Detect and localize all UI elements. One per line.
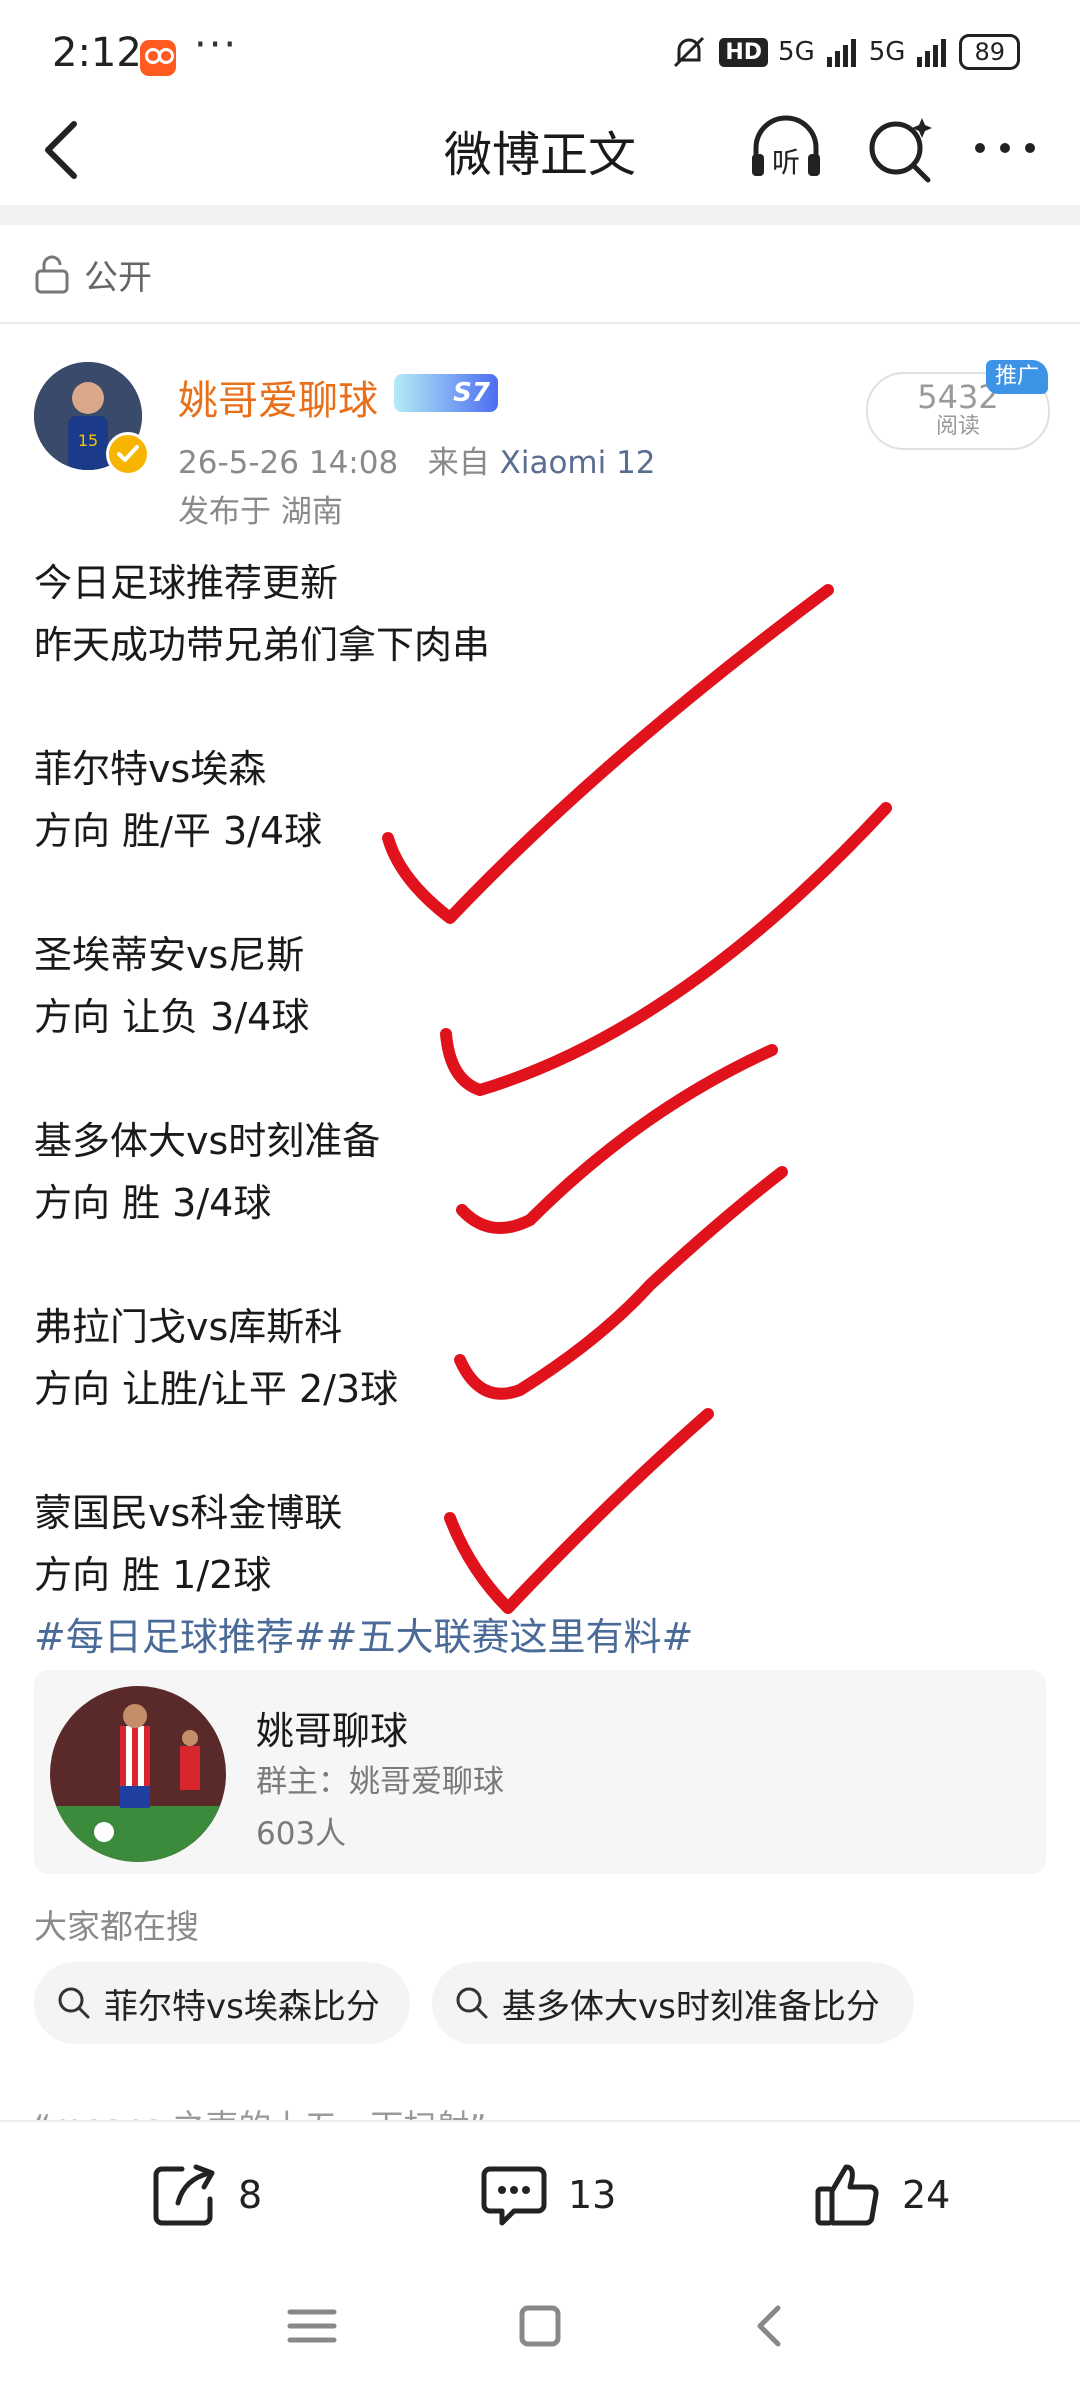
unlock-icon: [35, 255, 69, 294]
network-5g-label: 5G: [778, 37, 815, 67]
repost-button[interactable]: 8: [148, 2150, 262, 2240]
post-text-line: 蒙国民vs科金博联: [34, 1491, 343, 1535]
menu-icon[interactable]: [282, 2296, 342, 2356]
like-button[interactable]: 24: [812, 2150, 950, 2240]
source-device[interactable]: Xiaomi 12: [500, 445, 656, 481]
search-suggestion-label: 基多体大vs时刻准备比分: [502, 1986, 880, 2027]
verified-badge-icon: [106, 432, 150, 476]
listen-label: 听: [772, 146, 800, 179]
author-name[interactable]: 姚哥爱聊球: [178, 368, 378, 426]
group-avatar[interactable]: [50, 1686, 226, 1862]
comment-button[interactable]: 13: [478, 2150, 616, 2240]
post-meta: 26-5-26 14:08 来自 Xiaomi 12: [178, 437, 656, 482]
privacy-indicator: 公开: [34, 248, 152, 300]
repost-icon: [153, 2164, 215, 2226]
post-text-line: 方向 胜 1/2球: [34, 1553, 272, 1597]
app-notification-icon: [140, 40, 176, 76]
source-prefix: 来自: [427, 445, 490, 481]
read-label: 阅读: [935, 414, 980, 439]
search-suggestion-label: 菲尔特vs埃森比分: [104, 1986, 380, 2027]
svg-text:15: 15: [78, 431, 98, 450]
search-suggestion-chip[interactable]: 基多体大vs时刻准备比分: [432, 1962, 914, 2044]
post-text-line: 基多体大vs时刻准备: [34, 1119, 381, 1163]
repost-count: 8: [238, 2173, 263, 2217]
next-section-peek: “means 之声的上五一下扫射”: [34, 2100, 486, 2120]
signal-icon: [826, 39, 856, 67]
hd-voice-badge: HD: [719, 37, 769, 67]
mute-icon: [674, 36, 705, 68]
home-icon[interactable]: [510, 2296, 570, 2356]
thumbs-up-icon: [815, 2164, 879, 2226]
divider: [0, 322, 1080, 324]
post-time: 26-5-26 14:08: [178, 445, 399, 481]
status-indicators: HD 5G 5G 89: [669, 32, 1020, 72]
post-text-line: 菲尔特vs埃森: [34, 747, 267, 791]
network-5g-label-2: 5G: [868, 37, 906, 67]
signal-icon-2: [917, 39, 947, 67]
hashtag-links[interactable]: #每日足球推荐##五大联赛这里有料#: [34, 1606, 693, 1661]
post-text-line: 今日足球推荐更新: [34, 561, 339, 605]
group-owner: 群主：姚哥爱聊球: [256, 1764, 504, 1800]
more-notifications-icon: ···: [194, 22, 239, 68]
comment-icon: [481, 2166, 547, 2226]
status-time: 2:12: [52, 30, 142, 76]
group-name: 姚哥聊球: [256, 1709, 409, 1753]
more-options-icon[interactable]: [970, 118, 1040, 178]
search-icon: [456, 1987, 488, 2019]
post-text-line: 方向 胜/平 3/4球: [34, 809, 323, 853]
comment-count: 13: [568, 2173, 617, 2217]
search-icon[interactable]: [862, 110, 938, 186]
check-mark: [454, 1166, 788, 1400]
post-text-line: 方向 胜 3/4球: [34, 1181, 272, 1225]
check-mark: [440, 802, 892, 1096]
post-location: 发布于 湖南: [178, 494, 343, 530]
like-count: 24: [902, 2173, 951, 2217]
post-text-line: 方向 让负 3/4球: [34, 995, 310, 1039]
promoted-tag: 推广: [986, 360, 1048, 394]
post-text-line: 昨天成功带兄弟们拿下肉串: [34, 623, 491, 667]
system-back-icon[interactable]: [740, 2296, 800, 2356]
post-text-line: 方向 让胜/让平 2/3球: [34, 1367, 399, 1411]
search-icon: [58, 1987, 90, 2019]
check-mark: [456, 1044, 778, 1234]
header-separator: [0, 205, 1080, 225]
trending-search-heading: 大家都在搜: [34, 1907, 199, 1946]
check-mark: [444, 1408, 714, 1614]
search-suggestion-chip[interactable]: 菲尔特vs埃森比分: [34, 1962, 410, 2044]
privacy-label: 公开: [84, 257, 152, 298]
level-badge: S7: [394, 374, 498, 412]
post-text-line: 圣埃蒂安vs尼斯: [34, 933, 305, 977]
listen-headphones-icon[interactable]: 听: [748, 110, 824, 186]
battery-indicator: 89: [959, 34, 1020, 70]
post-text-line: 弗拉门戈vs库斯科: [34, 1305, 343, 1349]
group-member-count: 603人: [256, 1816, 347, 1852]
